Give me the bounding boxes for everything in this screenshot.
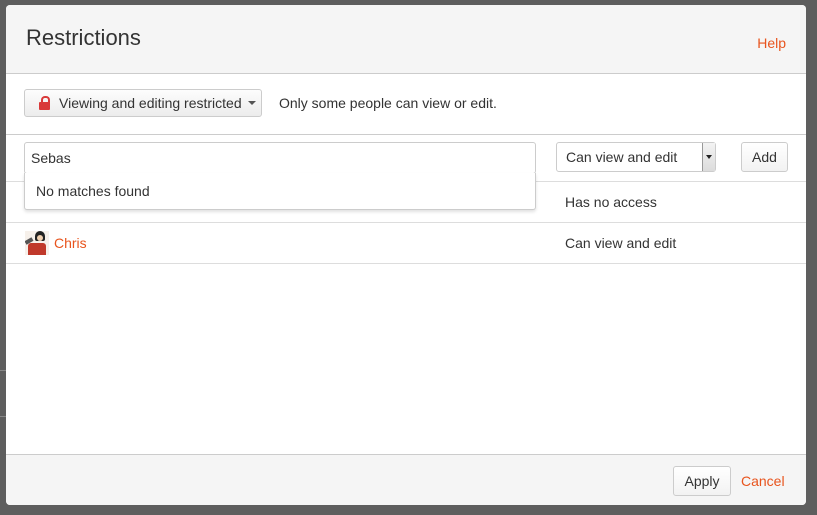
dialog-header: Restrictions Help — [6, 5, 806, 74]
user-permission: Has no access — [565, 194, 657, 210]
user-search-input[interactable] — [24, 142, 536, 174]
lock-icon — [39, 96, 50, 110]
select-arrow[interactable] — [702, 143, 715, 171]
restrictions-dialog: Restrictions Help Viewing and editing re… — [6, 5, 806, 505]
user-permission: Can view and edit — [565, 235, 677, 251]
restriction-description: Only some people can view or edit. — [279, 95, 497, 111]
no-matches-message: No matches found — [36, 183, 150, 199]
dialog-title: Restrictions — [26, 25, 141, 50]
permission-select[interactable]: Can view and edit — [556, 142, 716, 172]
search-autocomplete-dropdown: No matches found — [24, 173, 536, 210]
restriction-mode-dropdown[interactable]: Viewing and editing restricted — [24, 89, 262, 117]
table-row: Chris Can view and edit — [6, 223, 806, 264]
add-button[interactable]: Add — [741, 142, 788, 172]
restriction-toolbar: Viewing and editing restricted Only some… — [6, 74, 806, 135]
avatar[interactable] — [25, 231, 49, 255]
permission-select-value: Can view and edit — [566, 149, 678, 165]
restriction-mode-label: Viewing and editing restricted — [59, 95, 242, 111]
dialog-footer: Apply Cancel — [6, 454, 806, 505]
cancel-link[interactable]: Cancel — [741, 473, 785, 489]
apply-button[interactable]: Apply — [673, 466, 731, 496]
chevron-down-icon — [247, 101, 256, 105]
help-link[interactable]: Help — [757, 35, 786, 51]
chevron-down-icon — [706, 155, 712, 159]
user-name-link[interactable]: Chris — [54, 235, 87, 251]
